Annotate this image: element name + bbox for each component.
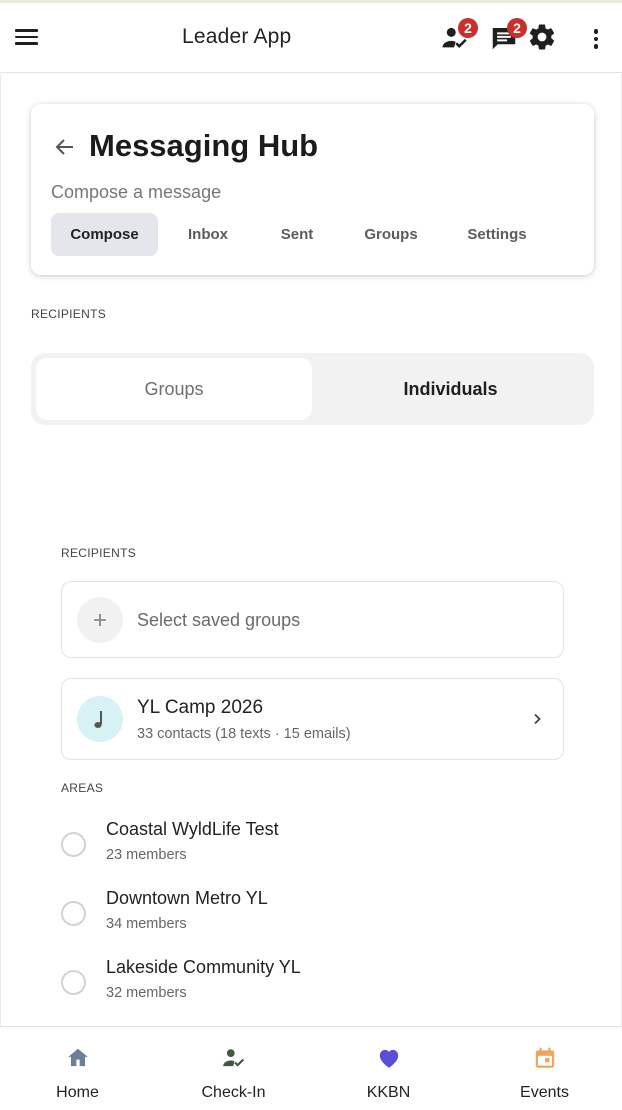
segment-groups[interactable]: Groups <box>36 358 312 420</box>
more-vert-icon[interactable] <box>586 27 606 53</box>
area-item-downtown[interactable]: Downtown Metro YL 34 members <box>61 885 561 947</box>
tab-settings[interactable]: Settings <box>451 213 543 256</box>
app-bar: Leader App 2 2 <box>0 3 622 73</box>
segment-individuals[interactable]: Individuals <box>312 358 589 420</box>
gear-icon <box>529 24 555 50</box>
area-item-lakeside[interactable]: Lakeside Community YL 32 members <box>61 954 561 1016</box>
main-content: Messaging Hub Compose a message Compose … <box>0 74 622 1026</box>
selected-group-card[interactable]: YL Camp 2026 33 contacts (18 texts · 15 … <box>61 678 564 760</box>
area-members: 23 members <box>106 847 187 863</box>
settings-button[interactable] <box>527 22 557 52</box>
nav-events[interactable]: Events <box>467 1027 622 1110</box>
area-name: Coastal WyldLife Test <box>106 819 279 839</box>
add-circle <box>77 597 123 643</box>
page-subtitle: Compose a message <box>51 182 222 202</box>
area-checkbox[interactable] <box>61 901 86 926</box>
nav-kkbn[interactable]: KKBN <box>311 1027 466 1110</box>
home-icon <box>67 1048 88 1067</box>
recipients-section-label: RECIPIENTS <box>31 307 107 321</box>
checkin-notifications-button[interactable]: 2 <box>440 18 478 53</box>
messages-badge: 2 <box>507 18 527 38</box>
nav-label: Events <box>520 1084 569 1101</box>
nav-label: KKBN <box>366 1084 411 1101</box>
calendar-icon <box>535 1047 554 1068</box>
nav-label: Home <box>56 1084 99 1101</box>
group-avatar <box>77 696 123 742</box>
music-note-icon <box>94 711 102 728</box>
tab-compose[interactable]: Compose <box>51 213 158 256</box>
person-check-icon <box>222 1049 244 1067</box>
messaging-hub-card: Messaging Hub Compose a message Compose … <box>31 104 594 275</box>
back-arrow-icon[interactable] <box>53 135 77 159</box>
plus-icon <box>94 614 106 626</box>
bottom-navigation: Home Check-In KKBN Events <box>0 1026 622 1110</box>
menu-icon[interactable] <box>14 25 40 51</box>
messages-button[interactable]: 2 <box>489 18 527 53</box>
nav-check-in[interactable]: Check-In <box>156 1027 311 1110</box>
saved-groups-placeholder: Select saved groups <box>137 610 301 630</box>
area-members: 32 members <box>106 985 187 1001</box>
tab-sent[interactable]: Sent <box>261 213 333 256</box>
area-item-coastal[interactable]: Coastal WyldLife Test 23 members <box>61 816 561 878</box>
nav-label: Check-In <box>201 1084 266 1101</box>
area-name: Downtown Metro YL <box>106 888 268 908</box>
chevron-right-icon <box>534 713 541 725</box>
group-name: YL Camp 2026 <box>137 697 264 718</box>
nav-home[interactable]: Home <box>0 1027 155 1110</box>
app-title: Leader App <box>182 25 292 48</box>
area-members: 34 members <box>106 916 187 932</box>
page-title: Messaging Hub <box>89 128 319 163</box>
group-details: 33 contacts (18 texts · 15 emails) <box>137 726 351 742</box>
area-checkbox[interactable] <box>61 970 86 995</box>
checkin-badge: 2 <box>458 18 478 38</box>
areas-label: AREAS <box>61 781 104 795</box>
tab-groups[interactable]: Groups <box>351 213 431 256</box>
tab-inbox[interactable]: Inbox <box>168 213 248 256</box>
recipient-type-toggle: Groups Individuals <box>31 353 594 425</box>
select-saved-groups-button[interactable]: Select saved groups <box>61 581 564 658</box>
recipients-panel-label: RECIPIENTS <box>61 546 137 560</box>
heart-icon <box>379 1049 398 1068</box>
area-name: Lakeside Community YL <box>106 957 301 977</box>
area-checkbox[interactable] <box>61 832 86 857</box>
